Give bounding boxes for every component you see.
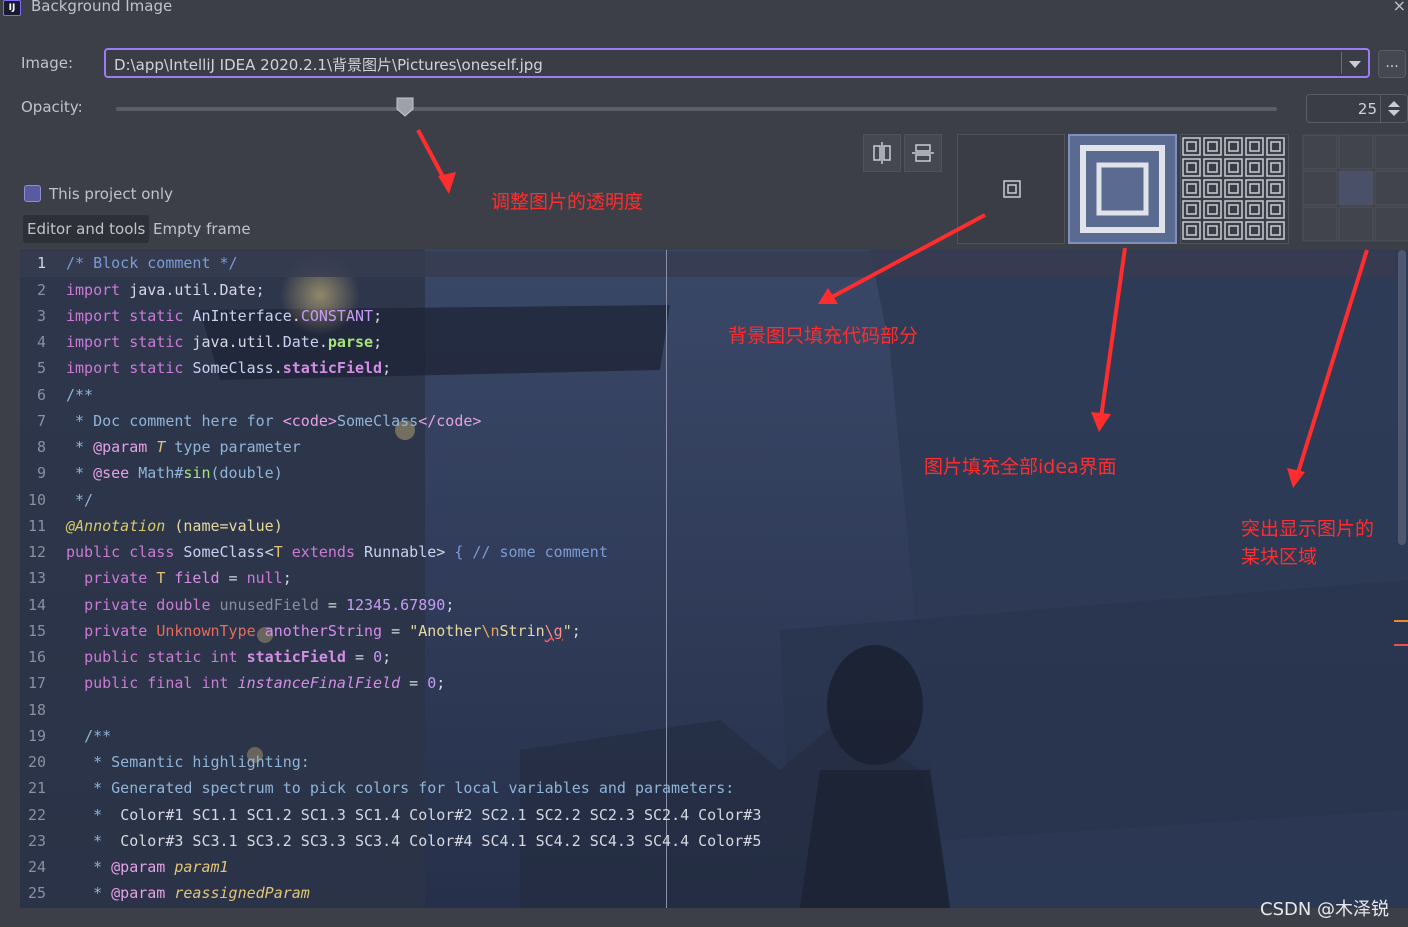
anchor-cell (1338, 206, 1374, 242)
line-number: 4 (36, 333, 46, 351)
anchor-cell (1338, 170, 1374, 206)
opacity-annotation: 调整图片的透明度 (491, 191, 644, 213)
code-line: * @param T type parameter (66, 438, 301, 456)
code-line: * Color#3 SC3.1 SC3.2 SC3.3 SC3.4 Color#… (66, 832, 762, 850)
line-number: 18 (27, 701, 46, 719)
anchor-cell (1302, 134, 1338, 170)
editor-scrollbar[interactable] (1398, 250, 1406, 545)
code-line: * Semantic highlighting: (66, 753, 310, 771)
align-horizontal-center-icon[interactable] (863, 134, 901, 172)
line-number: 21 (27, 779, 46, 797)
anchor-cell (1302, 206, 1338, 242)
fill-option-scale[interactable] (1068, 134, 1177, 244)
anchor-grid[interactable] (1302, 134, 1408, 244)
line-number: 8 (36, 438, 46, 456)
editor-preview: 1 2 3 4 5 6 7 8 9 10 11 12 13 14 15 16 17 18 19 20 21 22 23 24 2… (20, 250, 1408, 908)
line-number: 16 (27, 648, 46, 666)
fill-option-tile[interactable] (1180, 134, 1289, 244)
line-number: 24 (27, 858, 46, 876)
opacity-label: Opacity: (21, 98, 83, 116)
code-line: * Doc comment here for <code>SomeClass</… (66, 412, 482, 430)
code-line: /** (66, 386, 94, 404)
line-number: 14 (27, 596, 46, 614)
line-number: 20 (27, 753, 46, 771)
fill-all-annotation: 图片填充全部idea界面 (924, 456, 1117, 478)
code-line: private UnknownType anotherString = "Ano… (84, 622, 581, 640)
code-line: * @param param1 (66, 858, 229, 876)
highlight-annotation-line2: 某块区域 (1241, 546, 1318, 568)
line-number: 22 (27, 806, 46, 824)
tab-editor-and-tools[interactable]: Editor and tools (23, 215, 150, 243)
code-line: * @param reassignedParam (66, 884, 310, 902)
anchor-cell (1374, 170, 1408, 206)
line-number: 9 (36, 464, 46, 482)
line-number: 5 (36, 359, 46, 377)
combo-dropdown-icon[interactable] (1349, 61, 1361, 68)
error-stripe-marker (1394, 620, 1408, 622)
line-number: 11 (27, 517, 46, 535)
line-number: 12 (27, 543, 46, 561)
project-only-checkbox[interactable] (24, 185, 41, 202)
anchor-cell (1302, 170, 1338, 206)
line-number: 13 (27, 569, 46, 587)
anchor-cell (1374, 206, 1408, 242)
slider-thumb-icon[interactable] (396, 97, 414, 117)
code-line: import static AnInterface.CONSTANT; (66, 307, 383, 325)
image-label: Image: (21, 54, 74, 72)
line-number: 3 (36, 307, 46, 325)
project-only-label: This project only (49, 185, 173, 203)
align-vertical-center-icon[interactable] (904, 134, 942, 172)
combo-separator (1341, 52, 1342, 74)
line-number: 2 (36, 281, 46, 299)
code-line: public static int staticField = 0; (84, 648, 392, 666)
error-stripe-marker (1394, 644, 1408, 646)
code-line: import static java.util.Date.parse; (66, 333, 383, 351)
dialog-title: Background Image (31, 0, 173, 15)
anchor-cell (1338, 134, 1374, 170)
line-number: 7 (36, 412, 46, 430)
code-line: /** (84, 727, 112, 745)
code-line: public class SomeClass<T extends Runnabl… (66, 543, 608, 561)
line-number: 19 (27, 727, 46, 745)
highlight-annotation-line1: 突出显示图片的 (1241, 518, 1375, 540)
browse-button[interactable]: ... (1378, 50, 1406, 78)
code-line: /* Block comment */ (66, 254, 238, 272)
opacity-spinner[interactable]: 25 (1306, 94, 1408, 123)
line-number: 10 (27, 491, 46, 509)
title-bar: IJ Background Image × (0, 0, 1408, 20)
intellij-app-icon: IJ (3, 0, 21, 16)
code-line: */ (66, 491, 94, 509)
opacity-slider-track[interactable] (116, 107, 1277, 111)
line-number: 15 (27, 622, 46, 640)
tab-empty-frame[interactable]: Empty frame (149, 215, 255, 243)
code-line: private double unusedField = 12345.67890… (84, 596, 455, 614)
spinner-down-icon[interactable] (1388, 110, 1400, 116)
code-line: import static SomeClass.staticField; (66, 359, 392, 377)
spinner-up-icon[interactable] (1388, 101, 1400, 107)
line-number-gutter: 1 2 3 4 5 6 7 8 9 10 11 12 13 14 15 16 17 18 19 20 21 22 23 24 2… (20, 250, 60, 908)
fill-option-center[interactable] (957, 134, 1065, 244)
line-number: 6 (36, 386, 46, 404)
image-path-combobox[interactable]: D:\app\IntelliJ IDEA 2020.2.1\背景图片\Pictu… (104, 48, 1370, 78)
image-path-value[interactable]: D:\app\IntelliJ IDEA 2020.2.1\背景图片\Pictu… (114, 54, 543, 75)
anchor-cell (1374, 134, 1408, 170)
spinner-separator (1380, 95, 1381, 122)
csdn-watermark: CSDN @木泽锐 (1260, 899, 1390, 920)
window-close-icon[interactable]: × (1393, 0, 1406, 15)
code-line: * @see Math#sin(double) (66, 464, 283, 482)
line-number: 17 (27, 674, 46, 692)
code-line: * Generated spectrum to pick colors for … (66, 779, 735, 797)
code-line: @Annotation (name=value) (66, 517, 283, 535)
line-number: 23 (27, 832, 46, 850)
code-line: public final int instanceFinalField = 0; (84, 674, 446, 692)
line-number: 1 (36, 254, 46, 272)
line-number: 25 (27, 884, 46, 902)
code-line: import java.util.Date; (66, 281, 265, 299)
code-line: private T field = null; (84, 569, 292, 587)
opacity-value[interactable]: 25 (1358, 100, 1377, 118)
code-line: * Color#1 SC1.1 SC1.2 SC1.3 SC1.4 Color#… (66, 806, 762, 824)
editor-only-annotation: 背景图只填充代码部分 (728, 325, 919, 347)
